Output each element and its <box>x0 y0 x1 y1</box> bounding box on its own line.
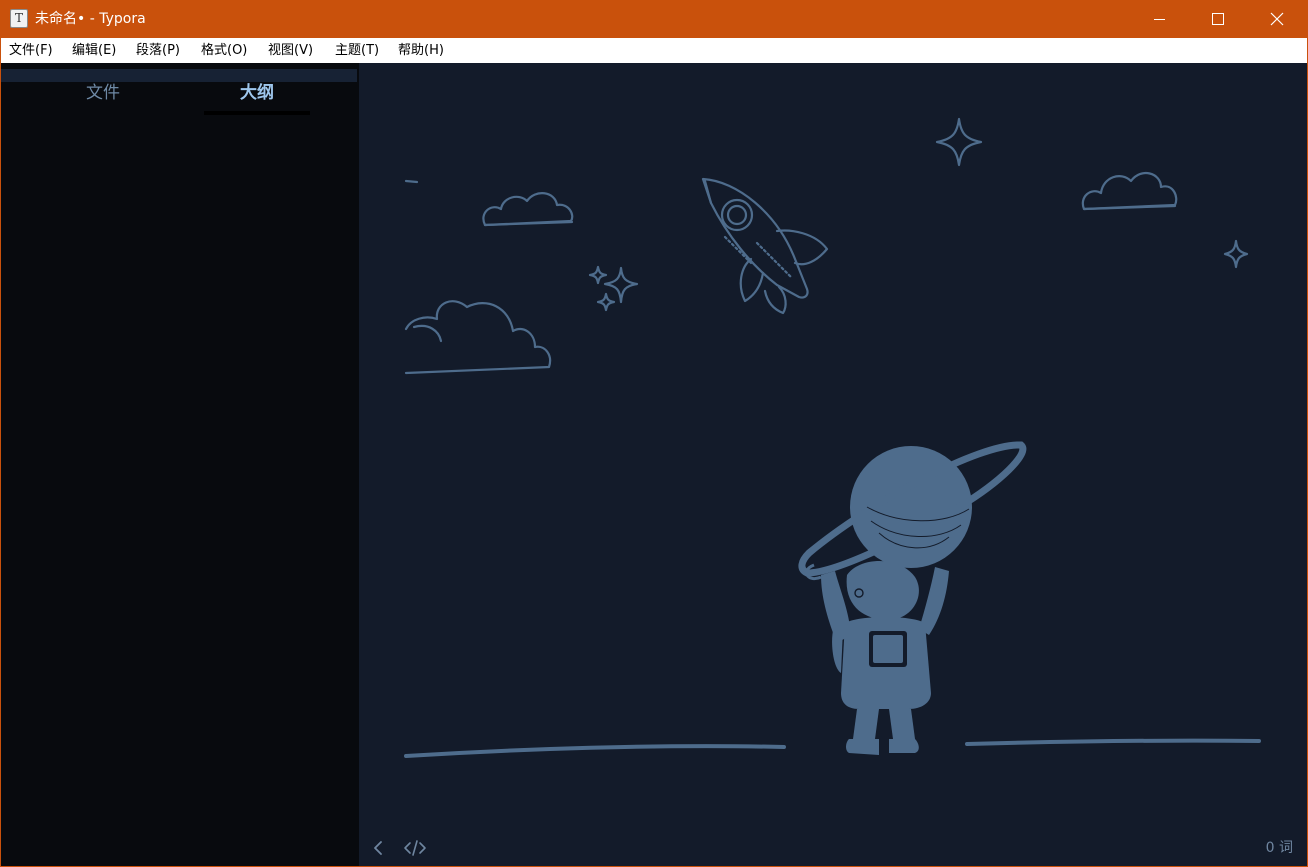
cloud-icon <box>482 192 574 227</box>
ground-line <box>404 744 786 758</box>
close-icon <box>1270 12 1284 26</box>
editor-area[interactable]: 0 词 <box>359 63 1307 866</box>
toggle-sidebar-button[interactable] <box>368 837 388 859</box>
star-icon <box>603 266 639 304</box>
ground-line <box>965 738 1261 746</box>
menu-help[interactable]: 帮助(H) <box>398 42 444 60</box>
tab-files[interactable]: 文件 <box>61 82 145 104</box>
menu-paragraph[interactable]: 段落(P) <box>136 42 180 60</box>
maximize-icon <box>1212 13 1224 25</box>
dash-mark <box>404 179 419 184</box>
chevron-left-icon <box>374 841 382 855</box>
star-icon <box>935 117 983 167</box>
cloud-detail <box>412 324 443 343</box>
cloud-icon <box>1081 171 1178 211</box>
cloud-icon <box>404 300 552 375</box>
typora-window: T 未命名• - Typora 文件(F) 编辑(E) 段落(P) 格式(O) … <box>0 0 1308 867</box>
menu-format[interactable]: 格式(O) <box>201 42 247 60</box>
active-tab-indicator <box>204 111 310 115</box>
sidebar: 文件 大纲 <box>1 63 359 866</box>
menu-bar: 文件(F) 编辑(E) 段落(P) 格式(O) 视图(V) 主题(T) 帮助(H… <box>1 38 1307 63</box>
code-icon <box>404 840 426 856</box>
source-code-mode-button[interactable] <box>403 837 427 859</box>
minimize-button[interactable] <box>1130 0 1188 38</box>
close-button[interactable] <box>1248 0 1306 38</box>
menu-view[interactable]: 视图(V) <box>268 42 313 60</box>
maximize-button[interactable] <box>1189 0 1247 38</box>
cloud-base <box>483 220 574 227</box>
astronaut-with-planet <box>798 441 1027 755</box>
minimize-icon <box>1154 19 1165 20</box>
cloud-base <box>1082 204 1177 211</box>
sidebar-header-strip <box>1 69 357 82</box>
window-title: 未命名• - Typora <box>35 11 146 27</box>
title-bar[interactable]: T 未命名• - Typora <box>0 0 1308 38</box>
word-count[interactable]: 0 词 <box>1266 839 1293 857</box>
tab-outline[interactable]: 大纲 <box>204 82 310 104</box>
menu-theme[interactable]: 主题(T) <box>335 42 379 60</box>
rocket-icon <box>701 177 829 315</box>
menu-edit[interactable]: 编辑(E) <box>72 42 116 60</box>
astronaut-illustration <box>404 117 1261 758</box>
menu-file[interactable]: 文件(F) <box>9 42 53 60</box>
typora-app-icon: T <box>10 9 28 28</box>
star-icon <box>588 265 608 285</box>
star-icon <box>1223 239 1249 269</box>
star-icon <box>596 292 616 312</box>
